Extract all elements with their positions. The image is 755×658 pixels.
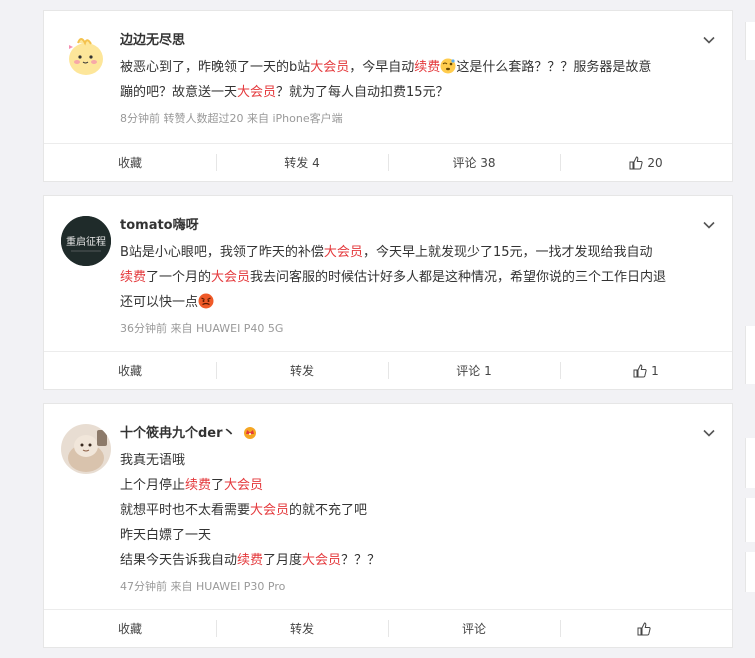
- text-segment: ，今天早上就发现少了15元，一找才发现给我自动: [362, 245, 653, 260]
- highlight-keyword[interactable]: 大会员: [302, 553, 341, 568]
- like-button[interactable]: 1: [560, 352, 732, 389]
- post-line: 我真无语哦: [120, 448, 708, 473]
- highlight-keyword[interactable]: 大会员: [237, 85, 276, 100]
- text-segment: 结果今天告诉我自动: [120, 553, 238, 568]
- avatar[interactable]: [61, 424, 111, 474]
- post-card: 重启征程 tomato嗨呀 B站是小心眼吧，我领了昨天的补偿大会员，今天早上就发…: [43, 195, 733, 390]
- text-segment: 这是什么套路？？？服务器是故意: [456, 60, 652, 75]
- repost-button[interactable]: 转发: [216, 352, 388, 389]
- text-segment: 了: [211, 478, 225, 493]
- post-line: 昨天白嫖了一天: [120, 523, 708, 548]
- comment-label: 评论: [461, 622, 486, 636]
- favorite-label: 收藏: [117, 622, 142, 636]
- comment-button[interactable]: 评论 1: [388, 352, 560, 389]
- text-segment: ？？？: [341, 553, 381, 568]
- text-segment: 了一个月的: [146, 270, 212, 285]
- repost-label: 转发: [289, 364, 314, 378]
- post-meta: 36分钟前 来自 HUAWEI P40 5G: [120, 322, 284, 335]
- comment-label: 评论 38: [452, 156, 496, 170]
- text-segment: 我去问客服的时候估计好多人都是这种情况，希望你说的三个工作日内退: [250, 270, 667, 285]
- highlight-keyword[interactable]: 大会员: [211, 270, 250, 285]
- side-panel-edge: [745, 498, 755, 542]
- thumbs-up-icon: [637, 621, 651, 635]
- repost-label: 转发 4: [284, 156, 320, 170]
- post-line: 续费了一个月的大会员我去问客服的时候估计好多人都是这种情况，希望你说的三个工作日…: [120, 265, 708, 290]
- like-count: 1: [651, 363, 659, 378]
- highlight-keyword[interactable]: 续费: [185, 478, 211, 493]
- favorite-button[interactable]: 收藏: [44, 352, 216, 389]
- post-meta: 47分钟前 来自 HUAWEI P30 Pro: [120, 580, 286, 593]
- highlight-keyword[interactable]: 大会员: [250, 503, 289, 518]
- username[interactable]: 十个筱冉九个der丶: [120, 422, 236, 441]
- comment-button[interactable]: 评论 38: [388, 144, 560, 181]
- text-segment: B站是小心眼吧，我领了昨天的补偿: [120, 245, 324, 260]
- avatar-text: 重启征程: [66, 235, 106, 248]
- text-segment: ？就为了每人自动扣费15元？: [276, 85, 449, 100]
- text-segment: ，今早自动: [349, 60, 415, 75]
- chevron-down-icon[interactable]: [702, 33, 716, 47]
- text-segment: 的就不充了吧: [289, 503, 368, 518]
- text-segment: 就想平时也不太看需要: [120, 503, 251, 518]
- post-card: 十个筱冉九个der丶 我真无语哦 上个月停止续费了大会员 就想平时也不太看需要大…: [43, 403, 733, 648]
- text-segment: 昨天白嫖了一天: [120, 528, 212, 543]
- side-panel-edge: [745, 326, 755, 384]
- favorite-button[interactable]: 收藏: [44, 610, 216, 647]
- action-bar: 收藏 转发 评论: [44, 609, 732, 647]
- highlight-keyword[interactable]: 大会员: [224, 478, 263, 493]
- highlight-keyword[interactable]: 大会员: [310, 60, 349, 75]
- repost-label: 转发: [289, 622, 314, 636]
- comment-button[interactable]: 评论: [388, 610, 560, 647]
- angry-face-emoji-icon: [198, 293, 214, 309]
- repost-button[interactable]: 转发: [216, 610, 388, 647]
- post-meta: 8分钟前 转赞人数超过20 来自 iPhone客户端: [120, 112, 343, 125]
- highlight-keyword[interactable]: 续费: [120, 270, 146, 285]
- username[interactable]: 边边无尽思: [120, 29, 185, 48]
- avatar[interactable]: [61, 31, 111, 81]
- action-bar: 收藏 转发 4 评论 38 20: [44, 143, 732, 181]
- chevron-down-icon[interactable]: [702, 426, 716, 440]
- text-segment: 被恶心到了，昨晚领了一天的b站: [120, 60, 311, 75]
- username[interactable]: tomato嗨呀: [120, 214, 199, 233]
- favorite-label: 收藏: [117, 364, 142, 378]
- post-body: 我真无语哦 上个月停止续费了大会员 就想平时也不太看需要大会员的就不充了吧 昨天…: [120, 448, 708, 595]
- avatar[interactable]: 重启征程: [61, 216, 111, 266]
- side-panel-edge: [745, 552, 755, 592]
- post-card: 边边无尽思 被恶心到了，昨晚领了一天的b站大会员，今早自动续费 这是什么套路？？？…: [43, 10, 733, 182]
- post-body: 被恶心到了，昨晚领了一天的b站大会员，今早自动续费 这是什么套路？？？服务器是故意…: [120, 55, 708, 127]
- text-segment: 我真无语哦: [120, 453, 186, 468]
- text-segment: 还可以快一点: [120, 295, 199, 310]
- post-body: B站是小心眼吧，我领了昨天的补偿大会员，今天早上就发现少了15元，一找才发现给我…: [120, 240, 708, 337]
- dizzy-face-emoji-icon: [440, 58, 456, 74]
- comment-label: 评论 1: [456, 364, 492, 378]
- text-segment: 上个月停止: [120, 478, 186, 493]
- side-panel-edge: [745, 22, 755, 60]
- post-line: 还可以快一点: [120, 290, 708, 315]
- post-line: 就想平时也不太看需要大会员的就不充了吧: [120, 498, 708, 523]
- action-bar: 收藏 转发 评论 1 1: [44, 351, 732, 389]
- highlight-keyword[interactable]: 大会员: [324, 245, 363, 260]
- like-count: 20: [647, 155, 663, 170]
- post-line: 结果今天告诉我自动续费了月度大会员？？？: [120, 548, 708, 573]
- crown-badge-icon[interactable]: [242, 425, 258, 439]
- side-panel-edge: [745, 438, 755, 488]
- post-line: 蹦的吧？故意送一天大会员？就为了每人自动扣费15元？: [120, 80, 708, 105]
- text-segment: 蹦的吧？故意送一天: [120, 85, 238, 100]
- post-line: 被恶心到了，昨晚领了一天的b站大会员，今早自动续费 这是什么套路？？？服务器是故意: [120, 55, 708, 80]
- post-line: 上个月停止续费了大会员: [120, 473, 708, 498]
- chevron-down-icon[interactable]: [702, 218, 716, 232]
- repost-button[interactable]: 转发 4: [216, 144, 388, 181]
- like-button[interactable]: [560, 610, 732, 647]
- text-segment: 了月度: [263, 553, 303, 568]
- like-button[interactable]: 20: [560, 144, 732, 181]
- thumbs-up-icon: [629, 155, 643, 169]
- thumbs-up-icon: [633, 363, 647, 377]
- favorite-label: 收藏: [117, 156, 142, 170]
- highlight-keyword[interactable]: 续费: [414, 60, 440, 75]
- highlight-keyword[interactable]: 续费: [237, 553, 263, 568]
- post-line: B站是小心眼吧，我领了昨天的补偿大会员，今天早上就发现少了15元，一找才发现给我…: [120, 240, 708, 265]
- favorite-button[interactable]: 收藏: [44, 144, 216, 181]
